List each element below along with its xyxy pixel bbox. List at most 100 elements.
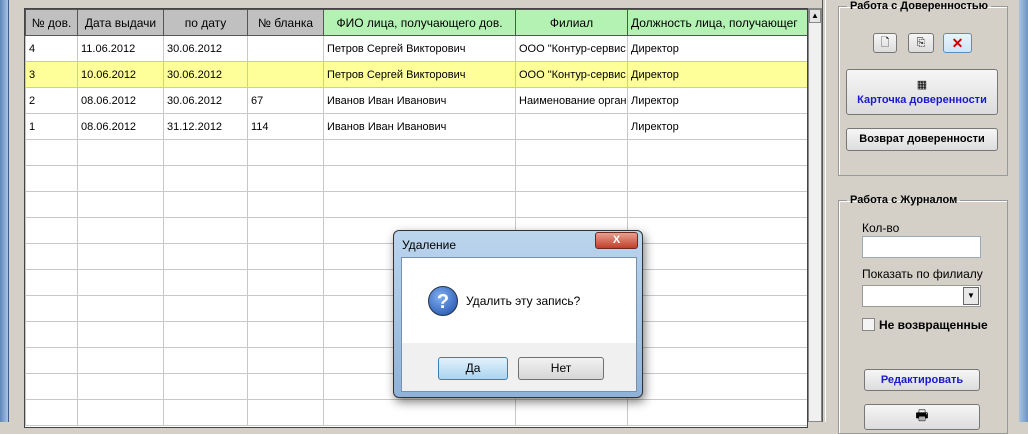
new-document-button[interactable]: 🗋 [873,33,897,53]
table-cell[interactable] [247,61,324,88]
no-button[interactable]: Нет [518,357,604,380]
table-cell[interactable] [627,269,807,296]
table-cell[interactable] [515,191,628,218]
table-cell[interactable] [627,191,807,218]
scroll-up-arrow-icon[interactable]: ▲ [809,9,821,23]
delete-button[interactable]: ✕ [943,33,972,53]
table-cell[interactable] [77,269,164,296]
table-cell[interactable]: 3 [25,61,78,88]
table-cell[interactable]: 30.06.2012 [163,61,248,88]
col-header-until-date[interactable]: по дату [163,9,248,36]
vertical-scrollbar[interactable]: ▲ [808,8,822,422]
table-cell[interactable] [163,165,248,192]
table-cell[interactable]: Лиректор [627,87,807,114]
table-row[interactable]: 3 10.06.2012 30.06.2012 Петров Сергей Викто… [25,61,807,88]
proxy-card-button[interactable]: ▦ Карточка доверенности [846,69,998,115]
table-cell[interactable] [25,243,78,270]
table-cell[interactable]: Иванов Иван Иванович [323,113,516,140]
table-cell[interactable]: 1 [25,113,78,140]
table-cell[interactable]: Директор [627,35,807,62]
table-cell[interactable] [25,347,78,374]
table-cell[interactable]: 08.06.2012 [77,87,164,114]
table-cell[interactable] [627,295,807,322]
table-cell[interactable] [163,139,248,166]
table-cell[interactable]: Иванов Иван Иванович [323,87,516,114]
table-cell[interactable] [627,347,807,374]
table-cell[interactable]: 11.06.2012 [77,35,164,62]
table-cell[interactable]: 10.06.2012 [77,61,164,88]
table-cell[interactable] [25,373,78,400]
table-row[interactable]: 1 08.06.2012 31.12.2012 114 Иванов Иван Иван… [25,113,807,140]
table-cell[interactable]: Лиректор [627,113,807,140]
table-cell[interactable] [77,373,164,400]
edit-button[interactable]: Редактировать [864,369,980,391]
table-cell[interactable] [323,139,516,166]
table-cell[interactable]: Петров Сергей Викторович [323,61,516,88]
table-cell[interactable] [247,295,324,322]
table-row[interactable]: 4 11.06.2012 30.06.2012 Петров Сергей Викто… [25,35,807,62]
table-cell[interactable] [247,165,324,192]
table-cell[interactable] [515,165,628,192]
table-cell[interactable] [247,269,324,296]
table-cell[interactable] [77,243,164,270]
table-cell[interactable] [77,295,164,322]
table-cell[interactable] [77,321,164,348]
table-cell[interactable] [247,191,324,218]
table-cell[interactable] [515,113,628,140]
col-header-number[interactable]: № дов. [25,9,78,36]
table-cell[interactable] [163,347,248,374]
col-header-name[interactable]: ФИО лица, получающего дов. [323,9,516,36]
table-cell[interactable] [247,321,324,348]
yes-button[interactable]: Да [438,357,508,380]
table-cell[interactable] [627,321,807,348]
table-cell[interactable]: 2 [25,87,78,114]
table-cell[interactable]: ООО "Контур-сервис [515,61,628,88]
table-cell[interactable] [25,191,78,218]
table-cell[interactable] [25,139,78,166]
table-cell[interactable] [247,35,324,62]
table-cell[interactable] [323,191,516,218]
table-cell[interactable] [25,217,78,244]
table-cell[interactable]: Наименование органі [515,87,628,114]
table-cell[interactable] [627,243,807,270]
table-cell[interactable] [77,217,164,244]
table-cell[interactable]: Директор [627,61,807,88]
not-returned-checkbox[interactable] [862,318,875,331]
col-header-position[interactable]: Должность лица, получающег [627,9,807,36]
table-cell[interactable] [25,165,78,192]
table-cell[interactable] [163,373,248,400]
table-row[interactable] [25,191,807,218]
table-cell[interactable] [163,321,248,348]
table-cell[interactable] [163,269,248,296]
table-cell[interactable] [25,321,78,348]
table-cell[interactable] [247,347,324,374]
table-cell[interactable] [627,165,807,192]
table-cell[interactable] [627,217,807,244]
table-cell[interactable]: 08.06.2012 [77,113,164,140]
return-proxy-button[interactable]: Возврат доверенности [846,128,998,151]
table-cell[interactable] [25,269,78,296]
table-row[interactable]: 2 08.06.2012 30.06.2012 67 Иванов Иван Ивано… [25,87,807,114]
table-cell[interactable] [25,295,78,322]
table-cell[interactable] [627,373,807,400]
table-cell[interactable]: 67 [247,87,324,114]
table-row[interactable] [25,165,807,192]
table-cell[interactable]: Петров Сергей Викторович [323,35,516,62]
table-cell[interactable]: 114 [247,113,324,140]
table-cell[interactable] [627,139,807,166]
print-button[interactable]: 🖶 [864,404,980,430]
table-cell[interactable] [77,165,164,192]
table-cell[interactable] [247,243,324,270]
table-cell[interactable] [77,347,164,374]
chevron-down-icon[interactable]: ▼ [963,287,979,305]
table-row[interactable] [25,139,807,166]
table-cell[interactable] [163,217,248,244]
table-cell[interactable] [247,373,324,400]
table-cell[interactable] [77,139,164,166]
table-cell[interactable] [323,165,516,192]
table-cell[interactable] [515,139,628,166]
copy-button[interactable]: ⎘ [908,33,934,53]
table-cell[interactable] [77,191,164,218]
table-cell[interactable]: 30.06.2012 [163,35,248,62]
table-cell[interactable]: ООО "Контур-сервис [515,35,628,62]
